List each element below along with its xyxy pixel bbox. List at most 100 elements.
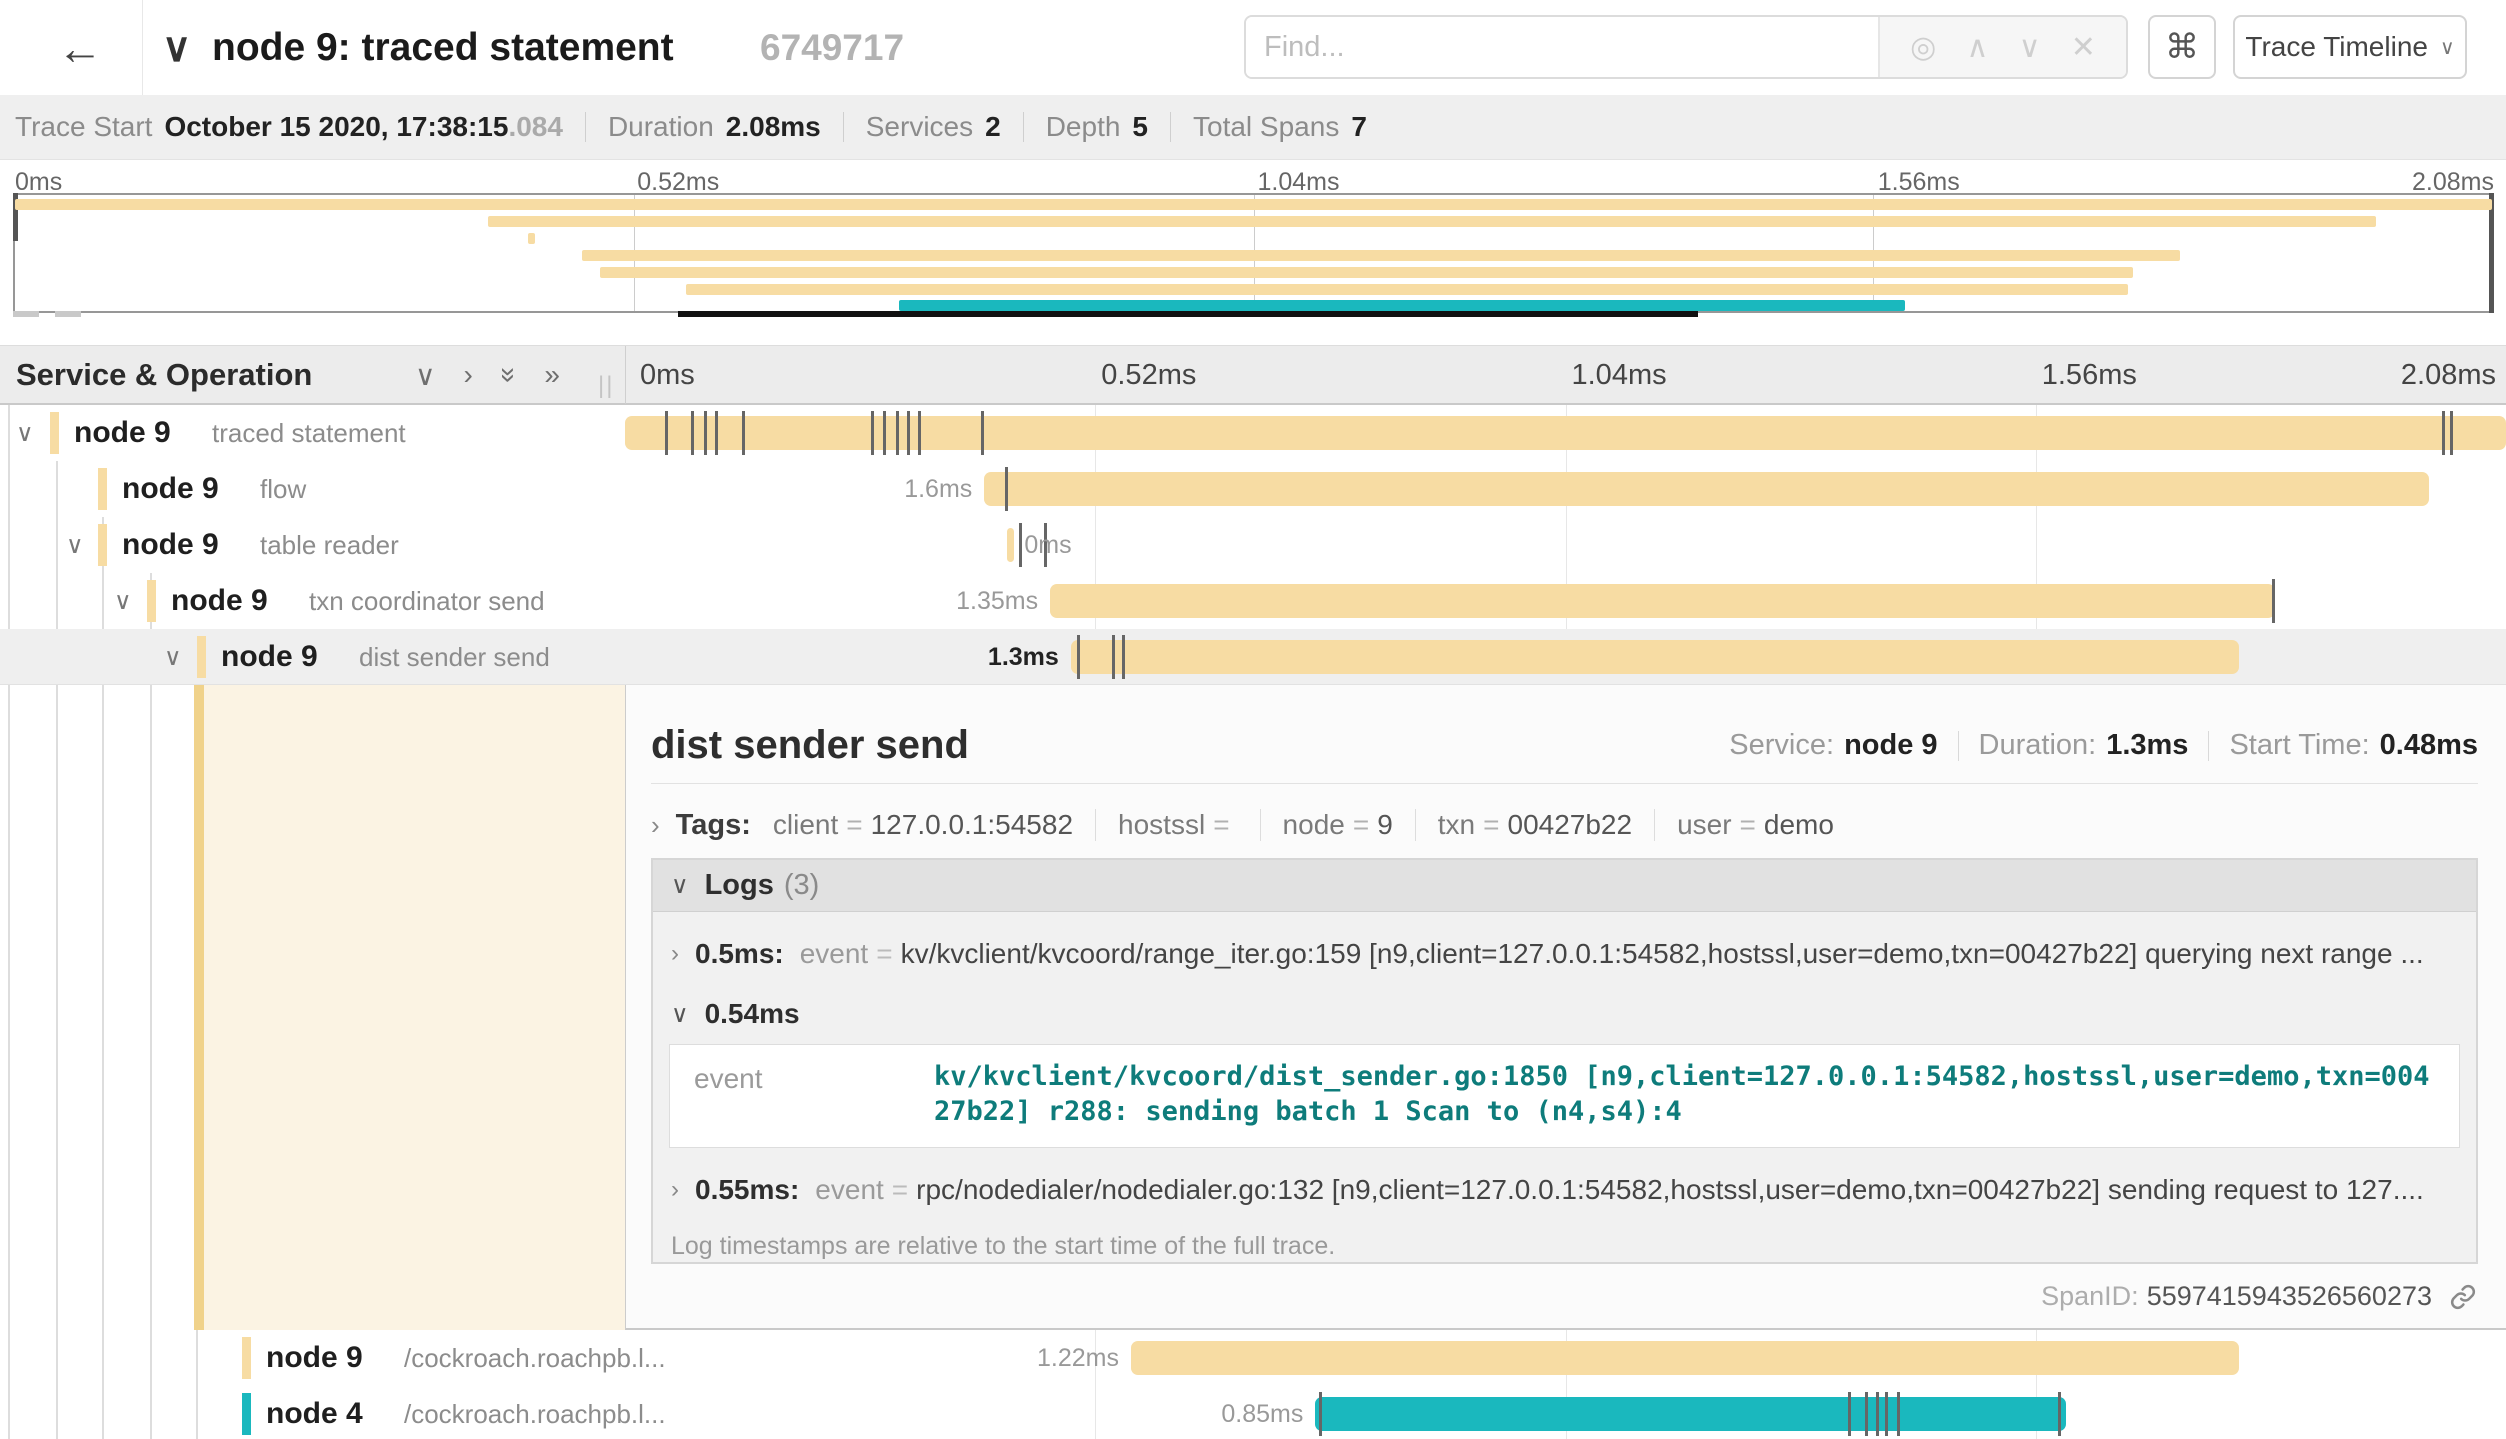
log-entry-collapsed[interactable]: ›0.5ms:event=kv/kvclient/kvcoord/range_i… (653, 938, 2476, 970)
span-timeline[interactable]: 0ms (625, 517, 2506, 573)
page-header: ← ∨ node 9: traced statement 6749717 ◎ ∧… (0, 0, 2506, 95)
minimap-right-handle[interactable] (2489, 193, 2494, 313)
tag-separator (1415, 809, 1416, 841)
span-id-row: SpanID: 5597415943526560273 (2041, 1281, 2478, 1312)
next-match-icon[interactable]: ∨ (2019, 30, 2041, 65)
stat-separator (1958, 731, 1959, 761)
tags-row[interactable]: ›Tags:client=127.0.0.1:54582hostssl=node… (651, 800, 2478, 850)
chevron-down-icon[interactable]: ∨ (66, 517, 84, 573)
span-row[interactable]: node 4/cockroach.roachpb.l...0.85ms (0, 1386, 2506, 1439)
minimap-scrollbar[interactable] (678, 311, 1698, 317)
tag-key: hostssl (1118, 809, 1205, 841)
stat-value: node 9 (1844, 729, 1937, 762)
stat-value: 1.3ms (2106, 729, 2188, 762)
timeline-minimap[interactable]: 0ms0.52ms1.04ms1.56ms2.08ms (0, 160, 2506, 345)
span-event-tick (1077, 635, 1080, 679)
column-resizer-handle[interactable]: || (598, 372, 614, 400)
tag-separator (1654, 809, 1655, 841)
back-arrow-icon: ← (57, 21, 103, 75)
summary-value: 7 (1351, 111, 1367, 143)
timeline-tick-label: 2.08ms (2401, 346, 2496, 404)
minimap-grip[interactable] (55, 311, 81, 317)
tag-key: client (773, 809, 838, 841)
service-name: node 9 (266, 1330, 363, 1386)
span-row[interactable]: ∨node 9table reader0ms (0, 517, 2506, 573)
span-duration-bar[interactable] (1131, 1341, 2239, 1375)
span-duration-bar[interactable] (984, 472, 2429, 506)
collapse-all-icon[interactable]: » (493, 367, 525, 383)
minimap-span-bar (15, 199, 2492, 210)
chevron-down-icon: ∨ (671, 871, 689, 900)
find-combo: ◎ ∧ ∨ ✕ (1244, 15, 2128, 79)
span-timeline[interactable]: 0.85ms (625, 1386, 2506, 1439)
operation-name: dist sender send (359, 629, 550, 685)
span-event-tick (1019, 523, 1022, 567)
clear-search-icon[interactable]: ✕ (2071, 30, 2096, 65)
summary-label: Trace Start (15, 111, 152, 143)
span-duration-bar[interactable] (1315, 1397, 2066, 1431)
log-field-value: rpc/nodedialer/nodedialer.go:132 [n9,cli… (916, 1174, 2424, 1206)
span-row[interactable]: node 9/cockroach.roachpb.l...1.22ms (0, 1330, 2506, 1386)
span-timeline[interactable]: 1.3ms (625, 629, 2506, 685)
title-collapse-icon[interactable]: ∨ (162, 0, 191, 95)
span-event-tick (883, 411, 886, 455)
span-duration-bar[interactable] (1007, 528, 1015, 562)
tag-equals: = (1213, 809, 1229, 841)
tree-indent-guide (150, 573, 152, 1439)
span-row[interactable]: node 9flow1.6ms (0, 461, 2506, 517)
collapse-one-icon[interactable]: ∨ (415, 359, 436, 392)
span-row[interactable]: ∨node 9txn coordinator send1.35ms (0, 573, 2506, 629)
log-entry-collapsed[interactable]: ›0.55ms:event=rpc/nodedialer/nodedialer.… (653, 1174, 2476, 1206)
service-color-bar (98, 524, 107, 566)
minimap-canvas[interactable] (13, 193, 2494, 313)
span-row[interactable]: ∨node 9traced statement (0, 405, 2506, 461)
span-event-tick (896, 411, 899, 455)
timeline-tick-label: 1.56ms (2042, 346, 2137, 404)
selected-span-color-band (194, 685, 204, 1330)
span-timeline[interactable] (625, 405, 2506, 461)
span-row[interactable]: ∨node 9dist sender send1.3ms (0, 629, 2506, 685)
trace-timeline-page: ← ∨ node 9: traced statement 6749717 ◎ ∧… (0, 0, 2506, 1439)
span-event-tick (981, 411, 984, 455)
service-color-bar (242, 1393, 251, 1435)
keyboard-shortcuts-button[interactable]: ⌘ (2148, 15, 2216, 79)
logs-header[interactable]: ∨ Logs (3) (653, 860, 2476, 912)
span-duration-bar[interactable] (1071, 640, 2239, 674)
span-event-tick (918, 411, 921, 455)
span-duration-label: 1.3ms (988, 629, 1059, 685)
service-name: node 9 (171, 573, 268, 629)
log-field-key: event (694, 1059, 934, 1129)
chevron-down-icon[interactable]: ∨ (16, 405, 34, 461)
tag-separator (1260, 809, 1261, 841)
minimap-grip[interactable] (13, 311, 39, 317)
find-input[interactable] (1246, 17, 1878, 77)
span-timeline[interactable]: 1.22ms (625, 1330, 2506, 1386)
minimap-tick-label: 1.04ms (1258, 168, 1340, 197)
tag-value: 00427b22 (1508, 809, 1633, 841)
chevron-down-icon[interactable]: ∨ (114, 573, 132, 629)
prev-match-icon[interactable]: ∧ (1966, 30, 1988, 65)
expand-one-icon[interactable]: › (464, 359, 473, 391)
expand-all-icon[interactable]: » (544, 359, 560, 391)
logs-label: Logs (705, 869, 774, 902)
back-button[interactable]: ← (20, 0, 140, 95)
locate-icon[interactable]: ◎ (1910, 30, 1936, 65)
chevron-down-icon[interactable]: ∨ (164, 629, 182, 685)
detail-divider (651, 783, 2478, 784)
span-duration-label: 1.6ms (904, 461, 972, 517)
span-event-tick (2272, 579, 2275, 623)
log-entry-expanded-header[interactable]: ∨0.54ms (653, 998, 2476, 1030)
find-controls: ◎ ∧ ∨ ✕ (1878, 17, 2126, 77)
copy-link-icon[interactable] (2448, 1282, 2478, 1312)
span-event-tick (1885, 1392, 1888, 1436)
column-divider (625, 346, 626, 404)
span-timeline[interactable]: 1.35ms (625, 573, 2506, 629)
view-selector-button[interactable]: Trace Timeline ∨ (2233, 15, 2467, 79)
tag-equals: = (846, 809, 862, 841)
minimap-tick-label: 0.52ms (637, 168, 719, 197)
span-duration-bar[interactable] (1050, 584, 2275, 618)
span-timeline[interactable]: 1.6ms (625, 461, 2506, 517)
tag-value: demo (1764, 809, 1834, 841)
chevron-right-icon: › (651, 810, 660, 841)
service-name: node 9 (74, 405, 171, 461)
